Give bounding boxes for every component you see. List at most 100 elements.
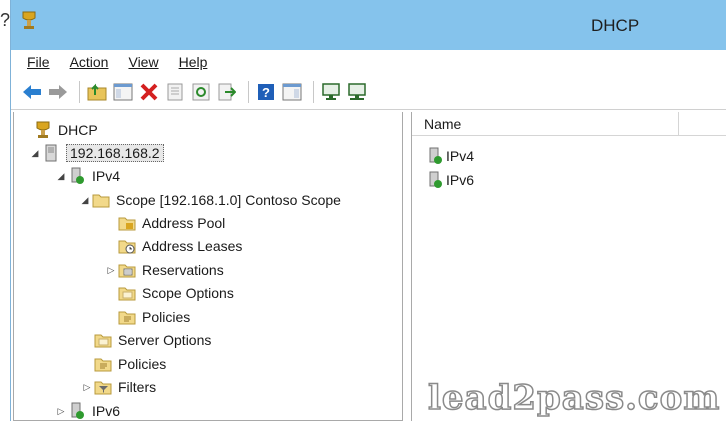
policies-icon (94, 355, 112, 373)
ipv4-icon (68, 167, 86, 185)
column-divider[interactable] (678, 112, 679, 136)
tree-item-label: 192.168.168.2 (66, 144, 164, 162)
tree-item-label: Policies (142, 309, 191, 325)
server-options-icon (94, 331, 112, 349)
menu-bar: File Action View Help (11, 50, 726, 74)
computer-network-button[interactable] (346, 81, 368, 103)
ipv4-icon (426, 147, 444, 165)
up-folder-button[interactable] (86, 81, 108, 103)
toolbar-separator (79, 80, 80, 103)
policies-icon (118, 308, 136, 326)
refresh-icon (192, 83, 210, 100)
server-icon (42, 144, 60, 162)
show-hide-tree-button[interactable] (112, 81, 134, 103)
collapsed-twisty-icon[interactable]: ▷ (54, 406, 68, 417)
filters-icon (94, 378, 112, 396)
delete-button[interactable] (138, 81, 160, 103)
address-pool-icon (118, 214, 136, 232)
computer-network-icon (348, 82, 366, 100)
properties-button[interactable] (164, 81, 186, 103)
dhcp-app-icon (22, 11, 36, 29)
back-button[interactable] (21, 81, 43, 103)
toolbar-separator (248, 80, 249, 103)
toolbar: ? (11, 74, 726, 110)
scope-folder-icon (92, 191, 110, 209)
tree-item-scope-policies[interactable]: Policies (118, 306, 190, 328)
menu-label: File (27, 54, 50, 70)
tree-item-label: Address Leases (142, 238, 243, 254)
list-item-label: IPv4 (446, 148, 475, 164)
expanded-twisty-icon[interactable]: ◢ (78, 195, 92, 206)
back-icon (23, 84, 41, 99)
dhcp-root-icon (34, 121, 52, 139)
title-bar[interactable]: DHCP (11, 0, 726, 50)
list-item-label: IPv6 (446, 172, 475, 188)
tree-item-scope[interactable]: ◢ Scope [192.168.1.0] Contoso Scope (78, 189, 341, 211)
tree-item-address-pool[interactable]: Address Pool (104, 212, 225, 234)
delete-icon (140, 83, 158, 100)
export-icon (218, 83, 236, 100)
window-title: DHCP (591, 16, 640, 35)
stray-character: ? (0, 10, 11, 30)
list-item-ipv4[interactable]: IPv4 (426, 144, 474, 168)
computer-icon (322, 82, 340, 100)
list-header: Name (412, 112, 726, 136)
dhcp-window: DHCP File Action View Help ? DHCP ◢ 192.… (10, 0, 726, 421)
tree-item-label: IPv6 (92, 403, 121, 419)
tree-item-filters[interactable]: ▷ Filters (80, 376, 157, 398)
menu-file[interactable]: File (27, 54, 50, 70)
menu-view[interactable]: View (128, 54, 158, 70)
tree-item-label: IPv4 (92, 168, 121, 184)
show-hide-tree-icon (113, 83, 133, 100)
expanded-twisty-icon[interactable]: ◢ (54, 171, 68, 182)
menu-action[interactable]: Action (70, 54, 109, 70)
svg-text:?: ? (262, 85, 270, 100)
menu-label: View (128, 54, 159, 70)
tree-item-label: Policies (118, 356, 167, 372)
list-item-ipv6[interactable]: IPv6 (426, 168, 474, 192)
menu-label: Action (69, 54, 109, 70)
tree-item-server[interactable]: ◢ 192.168.168.2 (28, 142, 164, 164)
tree-item-address-leases[interactable]: Address Leases (104, 235, 242, 257)
forward-button[interactable] (47, 81, 69, 103)
tree-item-ipv4[interactable]: ◢ IPv4 (54, 165, 120, 187)
help-icon: ? (258, 83, 274, 100)
tree-item-label: DHCP (58, 122, 98, 138)
tree-item-label: Scope Options (142, 285, 234, 301)
tree-item-label: Server Options (118, 332, 212, 348)
refresh-button[interactable] (190, 81, 212, 103)
collapsed-twisty-icon[interactable]: ▷ (80, 382, 94, 393)
tree-item-label: Address Pool (142, 215, 226, 231)
ipv6-icon (68, 402, 86, 420)
reservations-icon (118, 261, 136, 279)
up-folder-icon (87, 83, 107, 100)
ipv6-icon (426, 171, 444, 189)
tree-item-scope-options[interactable]: Scope Options (118, 282, 234, 304)
menu-help[interactable]: Help (179, 54, 208, 70)
tree-item-label: Reservations (142, 262, 224, 278)
address-leases-icon (118, 237, 136, 255)
tree-item-label: Scope [192.168.1.0] Contoso Scope (116, 192, 341, 208)
tree-item-reservations[interactable]: ▷ Reservations (104, 259, 224, 281)
toolbar-separator (313, 80, 314, 103)
menu-label: Help (178, 54, 208, 70)
show-hide-action-pane-button[interactable] (281, 81, 303, 103)
expanded-twisty-icon[interactable]: ◢ (28, 148, 42, 159)
scope-options-icon (118, 284, 136, 302)
tree-item-label: Filters (118, 379, 157, 395)
column-header-name[interactable]: Name (424, 116, 461, 132)
computer-button[interactable] (320, 81, 342, 103)
help-button[interactable]: ? (255, 81, 277, 103)
console-tree-pane[interactable]: DHCP ◢ 192.168.168.2 ◢ IPv4 ◢ Scope [192… (13, 112, 403, 421)
details-pane[interactable]: Name IPv4 IPv6 (411, 112, 726, 421)
export-list-button[interactable] (216, 81, 238, 103)
properties-icon (167, 83, 183, 100)
show-hide-action-icon (282, 83, 302, 100)
forward-icon (49, 84, 67, 99)
tree-item-ipv6[interactable]: ▷ IPv6 (54, 400, 121, 420)
watermark: lead2pass.com (427, 377, 721, 419)
tree-item-dhcp[interactable]: DHCP (20, 119, 98, 141)
collapsed-twisty-icon[interactable]: ▷ (104, 265, 118, 276)
tree-item-server-policies[interactable]: Policies (94, 353, 166, 375)
tree-item-server-options[interactable]: Server Options (94, 329, 211, 351)
